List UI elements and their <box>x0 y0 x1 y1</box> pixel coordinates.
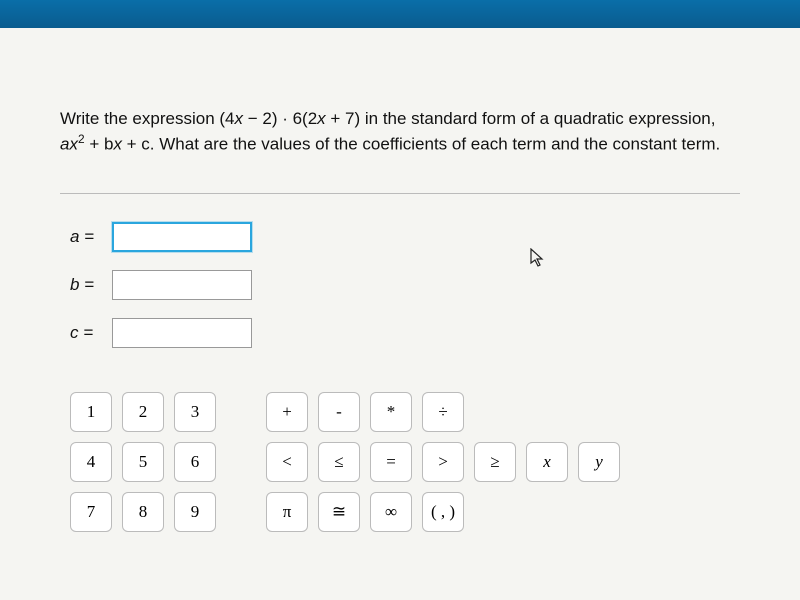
key-x[interactable]: x <box>526 442 568 482</box>
answer-row-c: c = <box>70 318 740 348</box>
answer-row-a: a = <box>70 222 740 252</box>
key-y[interactable]: y <box>578 442 620 482</box>
key-le[interactable]: ≤ <box>318 442 360 482</box>
key-divide[interactable]: ÷ <box>422 392 464 432</box>
input-c[interactable] <box>112 318 252 348</box>
number-keypad: 1 2 3 4 5 6 7 8 9 <box>70 392 216 532</box>
divider <box>60 193 740 194</box>
label-b: b = <box>70 275 112 295</box>
key-ge[interactable]: ≥ <box>474 442 516 482</box>
key-1[interactable]: 1 <box>70 392 112 432</box>
window-titlebar <box>0 0 800 28</box>
key-cong[interactable]: ≅ <box>318 492 360 532</box>
key-lt[interactable]: < <box>266 442 308 482</box>
key-plus[interactable]: + <box>266 392 308 432</box>
key-7[interactable]: 7 <box>70 492 112 532</box>
content-area: Write the expression (4x − 2) · 6(2x + 7… <box>0 28 800 532</box>
label-a: a = <box>70 227 112 247</box>
answer-row-b: b = <box>70 270 740 300</box>
keypad-area: 1 2 3 4 5 6 7 8 9 + - * ÷ < ≤ = > ≥ x y <box>70 392 740 532</box>
key-minus[interactable]: - <box>318 392 360 432</box>
key-pi[interactable]: π <box>266 492 308 532</box>
operator-keypad: + - * ÷ < ≤ = > ≥ x y π ≅ ∞ ( , ) <box>266 392 672 532</box>
key-3[interactable]: 3 <box>174 392 216 432</box>
input-b[interactable] <box>112 270 252 300</box>
input-a[interactable] <box>112 222 252 252</box>
key-4[interactable]: 4 <box>70 442 112 482</box>
key-gt[interactable]: > <box>422 442 464 482</box>
key-eq[interactable]: = <box>370 442 412 482</box>
key-8[interactable]: 8 <box>122 492 164 532</box>
key-5[interactable]: 5 <box>122 442 164 482</box>
key-infty[interactable]: ∞ <box>370 492 412 532</box>
key-2[interactable]: 2 <box>122 392 164 432</box>
label-c: c = <box>70 323 112 343</box>
key-multiply[interactable]: * <box>370 392 412 432</box>
key-9[interactable]: 9 <box>174 492 216 532</box>
key-parens[interactable]: ( , ) <box>422 492 464 532</box>
key-6[interactable]: 6 <box>174 442 216 482</box>
question-text: Write the expression (4x − 2) · 6(2x + 7… <box>60 108 740 157</box>
answer-block: a = b = c = <box>70 222 740 348</box>
